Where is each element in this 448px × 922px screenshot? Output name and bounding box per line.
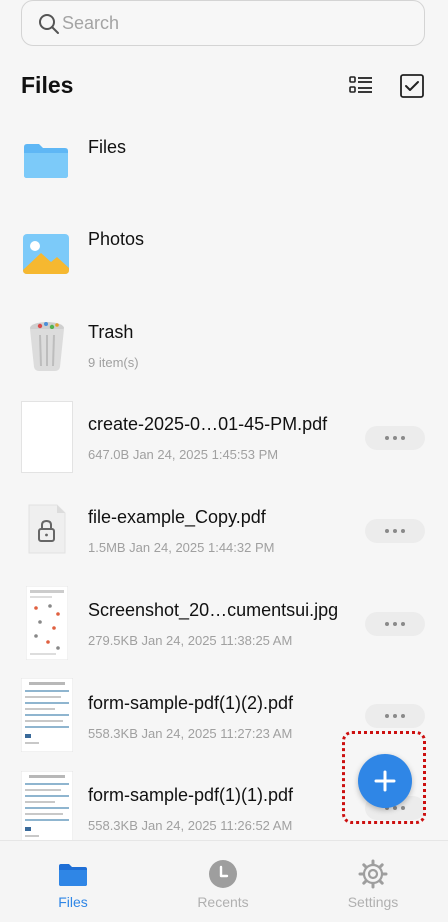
item-name: form-sample-pdf(1)(2).pdf xyxy=(88,693,294,713)
item-meta: 558.3KB Jan 24, 2025 11:27:23 AM xyxy=(88,726,293,741)
trash-icon xyxy=(30,322,64,371)
item-name: form-sample-pdf(1)(1).pdf xyxy=(88,785,294,805)
list-item-photos-folder[interactable]: Photos xyxy=(0,212,448,304)
more-options-button[interactable] xyxy=(365,519,425,543)
folder-icon xyxy=(24,144,68,178)
locked-file-icon xyxy=(28,504,66,554)
plus-icon xyxy=(374,770,396,792)
item-name: Files xyxy=(88,137,127,157)
list-item-file[interactable]: file-example_Copy.pdf 1.5MB Jan 24, 2025… xyxy=(0,488,448,580)
item-name: Photos xyxy=(88,229,145,249)
nav-recents[interactable]: Recents xyxy=(163,841,283,922)
gear-icon xyxy=(358,859,388,889)
list-view-button[interactable] xyxy=(347,72,375,100)
search-input[interactable] xyxy=(62,1,412,45)
photos-icon xyxy=(23,234,69,274)
search-icon xyxy=(39,14,59,34)
item-meta: 279.5KB Jan 24, 2025 11:38:25 AM xyxy=(88,633,293,648)
list-item-file[interactable]: Screenshot_20…cumentsui.jpg 279.5KB Jan … xyxy=(0,580,448,672)
list-item-trash[interactable]: Trash 9 item(s) xyxy=(0,304,448,396)
list-item-files-folder[interactable]: Files xyxy=(0,120,448,212)
select-mode-button[interactable] xyxy=(398,72,426,100)
nav-label: Recents xyxy=(197,894,249,910)
item-name: Screenshot_20…cumentsui.jpg xyxy=(88,600,339,620)
clock-icon xyxy=(209,860,237,888)
nav-files[interactable]: Files xyxy=(13,841,133,922)
item-meta: 9 item(s) xyxy=(88,355,139,370)
blank-pdf-thumbnail xyxy=(21,401,73,473)
search-bar[interactable] xyxy=(21,0,425,46)
bottom-nav: Files Recents Settings xyxy=(0,840,448,922)
list-view-icon xyxy=(349,76,372,93)
add-button[interactable] xyxy=(358,754,412,808)
more-options-button[interactable] xyxy=(365,704,425,728)
item-meta: 647.0B Jan 24, 2025 1:45:53 PM xyxy=(88,447,279,462)
form-pdf-thumbnail xyxy=(21,678,73,752)
item-name: Trash xyxy=(88,322,134,342)
item-name: create-2025-0…01-45-PM.pdf xyxy=(88,414,328,434)
item-meta: 1.5MB Jan 24, 2025 1:44:32 PM xyxy=(88,540,275,555)
item-name: file-example_Copy.pdf xyxy=(88,507,266,527)
more-options-button[interactable] xyxy=(365,426,425,450)
nav-label: Files xyxy=(58,894,88,910)
nav-label: Settings xyxy=(347,894,399,910)
page-title: Files xyxy=(21,72,74,98)
folder-icon xyxy=(59,864,87,886)
list-item-file[interactable]: create-2025-0…01-45-PM.pdf 647.0B Jan 24… xyxy=(0,396,448,488)
more-options-button[interactable] xyxy=(365,612,425,636)
form-pdf-thumbnail xyxy=(21,771,73,840)
screenshot-thumbnail xyxy=(26,586,68,660)
checkbox-icon xyxy=(400,74,424,98)
item-meta: 558.3KB Jan 24, 2025 11:26:52 AM xyxy=(88,818,293,833)
nav-settings[interactable]: Settings xyxy=(313,841,433,922)
